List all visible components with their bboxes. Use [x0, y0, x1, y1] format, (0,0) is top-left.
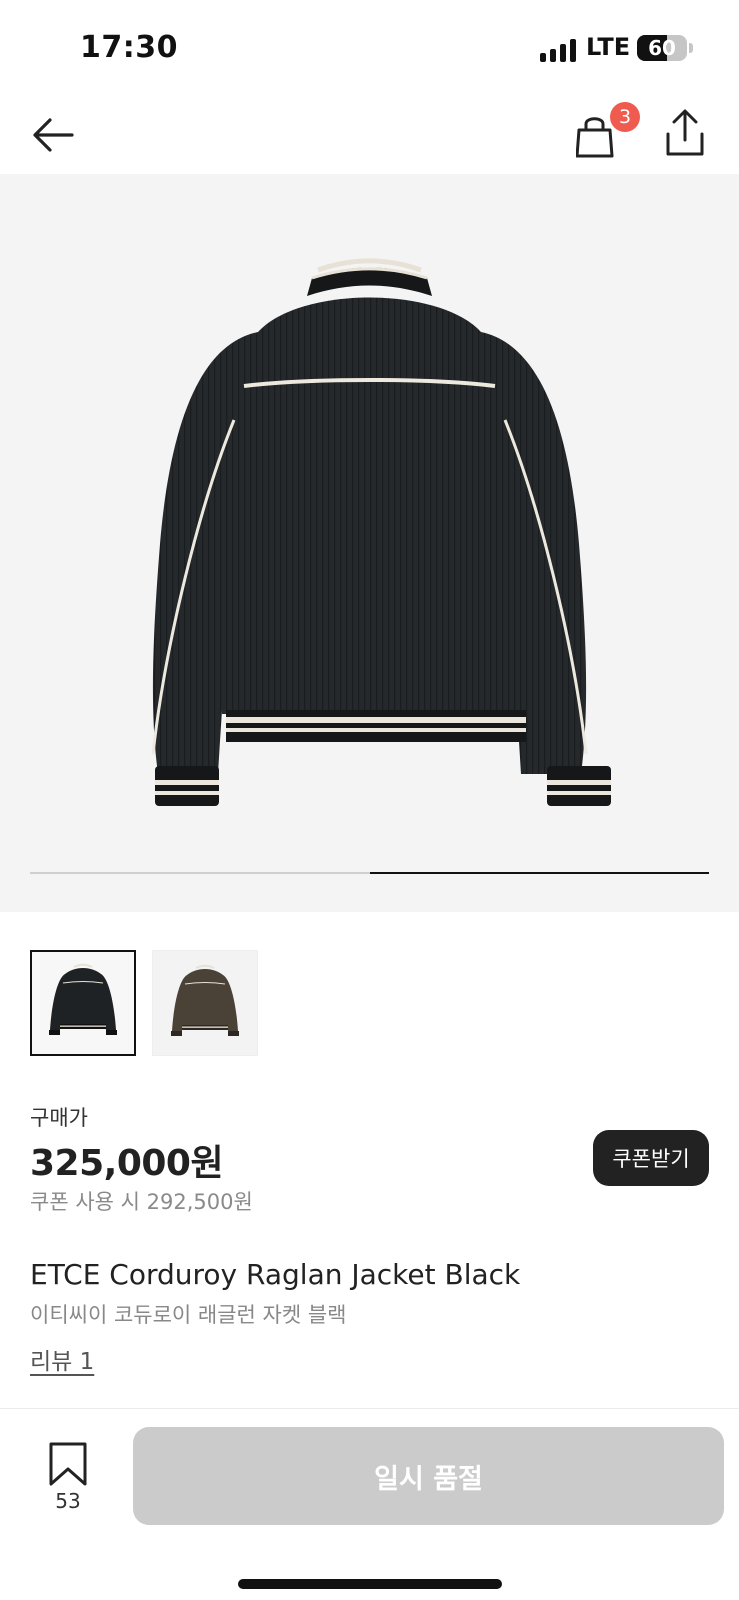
product-page: 17:30 LTE 60 3 구매가 325,000원 쿠폰 사용 시 292,…	[0, 0, 739, 1600]
home-indicator	[238, 1579, 502, 1589]
network-type: LTE	[586, 33, 631, 61]
review-link[interactable]: 리뷰 1	[30, 1342, 94, 1376]
share-button[interactable]	[658, 106, 714, 162]
status-bar: 17:30 LTE 60	[0, 0, 739, 96]
bottom-action-bar: 53 일시 품절	[0, 1408, 739, 1600]
battery-icon: 60	[637, 35, 687, 61]
jacket-back-image	[151, 258, 611, 806]
cart-count-badge: 3	[610, 102, 640, 132]
jacket-black-thumbnail	[49, 963, 117, 1035]
signal-icon	[540, 38, 580, 62]
product-name-ko: 이티씨이 코듀로이 래글런 자켓 블랙	[30, 1303, 347, 1327]
top-nav: 3	[0, 96, 739, 174]
bookmark-count: 53	[55, 1489, 81, 1513]
gallery-progress-fill	[369, 872, 709, 874]
price-label: 구매가	[30, 1106, 88, 1130]
product-name-en: ETCE Corduroy Raglan Jacket Black	[30, 1258, 521, 1291]
get-coupon-button[interactable]: 쿠폰받기	[593, 1130, 709, 1186]
thumbnail-black[interactable]	[30, 950, 136, 1056]
coupon-price: 쿠폰 사용 시 292,500원	[30, 1190, 253, 1214]
bookmark-icon	[49, 1442, 87, 1486]
sold-out-button[interactable]: 일시 품절	[133, 1427, 724, 1525]
cart-button[interactable]: 3	[576, 102, 640, 164]
gallery-progress-track	[30, 872, 709, 874]
arrow-left-icon	[33, 118, 74, 152]
back-button[interactable]	[26, 108, 80, 162]
jacket-brown-thumbnail	[171, 964, 239, 1036]
share-icon	[666, 109, 704, 156]
battery-cap	[689, 43, 693, 53]
status-time: 17:30	[80, 30, 178, 65]
thumbnail-brown[interactable]	[152, 950, 258, 1056]
bookmark-button[interactable]: 53	[40, 1441, 96, 1521]
price-amount: 325,000원	[30, 1143, 224, 1184]
product-image-gallery[interactable]	[0, 174, 739, 912]
battery-level: 60	[648, 36, 676, 60]
